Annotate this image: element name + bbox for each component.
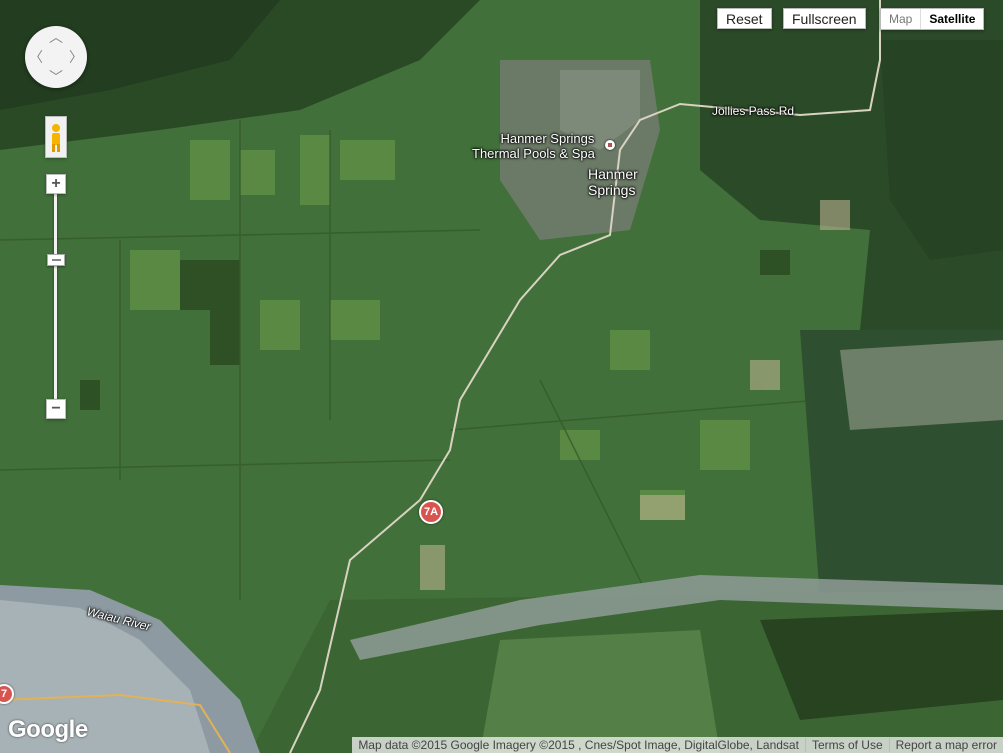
report-map-error-link[interactable]: Report a map error: [896, 738, 997, 752]
town-label-hanmer-springs: Hanmer Springs: [588, 166, 638, 198]
map-footer: Map data ©2015 Google Imagery ©2015 , Cn…: [352, 737, 1003, 753]
terms-of-use-link[interactable]: Terms of Use: [812, 738, 883, 752]
pegman-icon[interactable]: [45, 116, 67, 158]
map-type-toggle[interactable]: Map Satellite: [880, 8, 985, 30]
zoom-slider-track[interactable]: [54, 190, 57, 405]
pan-up-icon[interactable]: ︿: [49, 30, 63, 44]
town-label-line2: Springs: [588, 182, 636, 198]
google-logo[interactable]: Google: [8, 716, 88, 744]
zoom-in-button[interactable]: +: [46, 174, 66, 194]
pan-down-icon[interactable]: ﹀: [49, 70, 63, 84]
pan-left-icon[interactable]: 〈: [29, 50, 43, 64]
road-label-jollies-pass: Jollies Pass Rd: [712, 104, 795, 118]
reset-button[interactable]: Reset: [717, 8, 772, 29]
town-label-line1: Hanmer: [588, 166, 638, 182]
poi-label-line1: Hanmer Springs: [500, 131, 595, 146]
satellite-imagery: [0, 0, 1003, 753]
map-type-satellite-button[interactable]: Satellite: [921, 9, 983, 29]
poi-marker-icon[interactable]: [605, 140, 615, 150]
attribution-text: Map data ©2015 Google Imagery ©2015 , Cn…: [358, 738, 799, 752]
zoom-slider-handle[interactable]: [47, 254, 65, 266]
fullscreen-button[interactable]: Fullscreen: [783, 8, 866, 29]
map-type-map-button[interactable]: Map: [881, 9, 922, 29]
zoom-out-button[interactable]: −: [46, 399, 66, 419]
poi-label-thermal-pools[interactable]: Hanmer Springs Thermal Pools & Spa: [472, 131, 595, 161]
satellite-map[interactable]: Hanmer Springs Thermal Pools & Spa Hanme…: [0, 0, 1003, 753]
poi-label-line2: Thermal Pools & Spa: [472, 146, 595, 161]
highway-shield-7a: 7A: [419, 500, 443, 524]
pan-control[interactable]: ︿ ﹀ 〈 〉: [25, 26, 87, 88]
pan-right-icon[interactable]: 〉: [69, 50, 83, 64]
